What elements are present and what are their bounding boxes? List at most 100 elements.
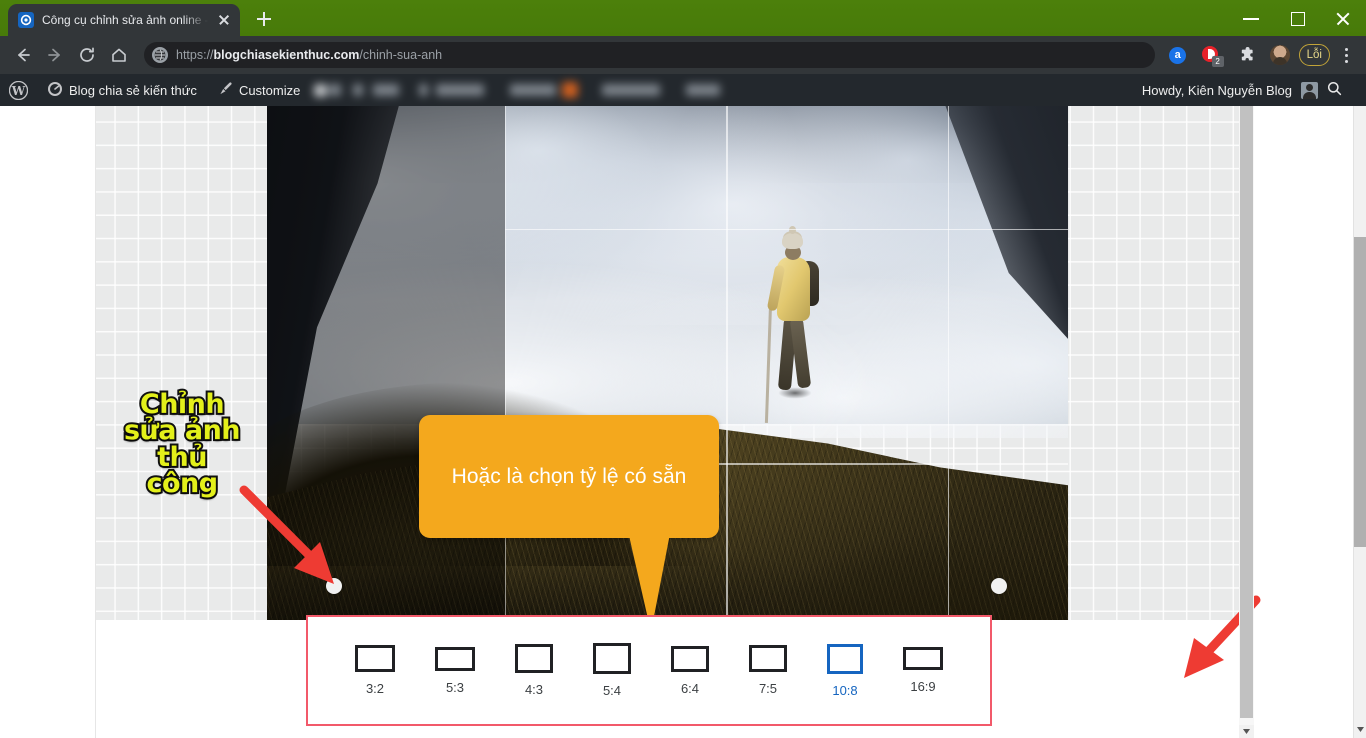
aspect-ratio-panel: 3:2 5:3 4:3 5:4 6:4 7:5 10:8 16:9 bbox=[306, 615, 992, 726]
blurred-item bbox=[353, 84, 364, 96]
crop-dim-left bbox=[267, 106, 505, 620]
blurred-item bbox=[602, 84, 661, 96]
address-bar[interactable]: https://blogchiasekienthuc.com/chinh-sua… bbox=[144, 42, 1155, 68]
grammarly-icon-label: a bbox=[1169, 46, 1187, 64]
wp-admin-bar-left: W Blog chia sẻ kiến thức Customize bbox=[0, 74, 721, 106]
aspect-ratio-option-5-4[interactable]: 5:4 bbox=[593, 643, 631, 698]
annotation-callout-tail bbox=[625, 518, 673, 620]
blurred-item bbox=[436, 84, 485, 96]
wp-site-name-item[interactable]: Blog chia sẻ kiến thức bbox=[37, 74, 207, 106]
aspect-ratio-option-7-5[interactable]: 7:5 bbox=[749, 645, 787, 696]
reload-icon[interactable] bbox=[72, 40, 102, 70]
aspect-ratio-label: 4:3 bbox=[524, 682, 544, 697]
camera-lens-icon bbox=[18, 12, 34, 28]
adblock-icon[interactable]: 2 bbox=[1197, 40, 1227, 70]
wp-admin-bar-right: Howdy, Kiên Nguyễn Blog bbox=[1142, 74, 1342, 106]
wp-howdy-label[interactable]: Howdy, Kiên Nguyễn Blog bbox=[1142, 83, 1292, 98]
error-pill-label: Lỗi bbox=[1306, 49, 1322, 61]
aspect-ratio-box bbox=[749, 645, 787, 672]
new-tab-button[interactable] bbox=[250, 5, 278, 33]
url-domain: blogchiasekienthuc.com bbox=[213, 48, 360, 62]
editor-scrollbar-thumb[interactable] bbox=[1240, 106, 1253, 718]
globe-icon bbox=[152, 47, 168, 63]
crop-gridline-vertical-1 bbox=[726, 106, 728, 620]
wp-customize-item[interactable]: Customize bbox=[207, 74, 310, 106]
puzzle-piece-icon[interactable] bbox=[1231, 40, 1261, 70]
adblock-badge-count: 2 bbox=[1211, 56, 1224, 67]
aspect-ratio-label: 5:4 bbox=[602, 683, 622, 698]
aspect-ratio-box bbox=[671, 645, 709, 672]
page-scrollbar-down-arrow[interactable] bbox=[1354, 722, 1366, 736]
forward-arrow-icon[interactable] bbox=[40, 40, 70, 70]
adblock-icon-wrap: 2 bbox=[1201, 44, 1224, 67]
aspect-ratio-label: 3:2 bbox=[365, 681, 385, 696]
wp-admin-bar-blurred-items[interactable] bbox=[314, 74, 721, 106]
blurred-item bbox=[373, 84, 400, 96]
editor-scrollbar[interactable] bbox=[1239, 106, 1254, 738]
aspect-ratio-box bbox=[903, 647, 943, 670]
editor-scrollbar-down-arrow[interactable] bbox=[1239, 725, 1254, 738]
browser-tab[interactable]: Công cụ chỉnh sửa ảnh online - E bbox=[8, 4, 240, 36]
aspect-ratio-box bbox=[355, 645, 395, 672]
search-icon[interactable] bbox=[1327, 81, 1342, 99]
window-close-icon[interactable] bbox=[1320, 0, 1366, 36]
tab-strip: Công cụ chỉnh sửa ảnh online - E bbox=[0, 0, 1366, 36]
grammarly-icon[interactable]: a bbox=[1163, 40, 1193, 70]
crop-gridline-vertical-2 bbox=[947, 106, 950, 620]
aspect-ratio-label: 6:4 bbox=[680, 680, 700, 696]
user-avatar[interactable] bbox=[1301, 81, 1318, 99]
aspect-ratio-box bbox=[827, 643, 863, 674]
crop-resize-handle-bottom-left[interactable] bbox=[326, 578, 342, 594]
annotation-callout-text: Hoặc là chọn tỷ lệ có sẵn bbox=[451, 464, 687, 488]
wp-customize-label: Customize bbox=[238, 82, 301, 98]
blurred-item bbox=[329, 84, 342, 96]
aspect-ratio-box bbox=[435, 646, 475, 671]
kebab-menu-icon[interactable] bbox=[1334, 42, 1358, 68]
browser-window: Công cụ chỉnh sửa ảnh online - E https:/… bbox=[0, 0, 1366, 738]
browser-toolbar: https://blogchiasekienthuc.com/chinh-sua… bbox=[0, 36, 1366, 74]
blurred-item bbox=[686, 84, 721, 96]
aspect-ratio-label: 7:5 bbox=[758, 681, 778, 696]
aspect-ratio-box bbox=[593, 643, 631, 674]
wp-site-name: Blog chia sẻ kiến thức bbox=[69, 82, 197, 98]
image-editor: Chỉnh sửa ảnh thủ công Hoặc là chọn tỷ l… bbox=[95, 106, 1261, 738]
svg-text:W: W bbox=[11, 84, 26, 98]
aspect-ratio-option-6-4[interactable]: 6:4 bbox=[671, 645, 709, 696]
aspect-ratio-option-3-2[interactable]: 3:2 bbox=[355, 645, 395, 696]
window-controls bbox=[1228, 0, 1366, 36]
page-scrollbar-thumb[interactable] bbox=[1354, 237, 1366, 547]
aspect-ratio-option-10-8[interactable]: 10:8 bbox=[827, 643, 863, 698]
dashboard-speedometer-icon bbox=[47, 81, 63, 100]
aspect-ratio-option-5-3[interactable]: 5:3 bbox=[435, 646, 475, 695]
aspect-ratio-box bbox=[515, 644, 553, 673]
aspect-ratio-label: 5:3 bbox=[445, 679, 465, 695]
annotation-yellow-note: Chỉnh sửa ảnh thủ công bbox=[117, 389, 247, 500]
address-bar-url: https://blogchiasekienthuc.com/chinh-sua… bbox=[176, 48, 442, 62]
url-scheme: https:// bbox=[176, 48, 214, 62]
minimize-icon[interactable] bbox=[1228, 0, 1274, 36]
wordpress-logo-icon[interactable]: W bbox=[0, 74, 37, 106]
crop-selection[interactable] bbox=[505, 106, 1068, 620]
profile-avatar[interactable] bbox=[1265, 40, 1295, 70]
aspect-ratio-option-4-3[interactable]: 4:3 bbox=[515, 644, 553, 697]
yellow-note-line-2: sửa ảnh bbox=[122, 415, 243, 447]
blurred-item bbox=[314, 83, 328, 97]
page-content: Chỉnh sửa ảnh thủ công Hoặc là chọn tỷ l… bbox=[0, 106, 1366, 738]
crop-gridline-horizontal-1 bbox=[505, 228, 1068, 231]
close-icon[interactable] bbox=[216, 12, 232, 28]
maximize-icon[interactable] bbox=[1274, 0, 1320, 36]
error-pill[interactable]: Lỗi bbox=[1298, 44, 1330, 66]
wp-admin-bar: W Blog chia sẻ kiến thức Customize Howdy… bbox=[0, 74, 1366, 106]
blurred-item bbox=[510, 84, 557, 96]
aspect-ratio-option-16-9[interactable]: 16:9 bbox=[903, 647, 943, 694]
back-arrow-icon[interactable] bbox=[8, 40, 38, 70]
crop-resize-handle-bottom-right[interactable] bbox=[991, 578, 1007, 594]
tab-title: Công cụ chỉnh sửa ảnh online - E bbox=[42, 13, 208, 27]
aspect-ratio-label: 10:8 bbox=[832, 682, 858, 698]
profile-avatar-image bbox=[1269, 45, 1290, 65]
home-icon[interactable] bbox=[104, 40, 134, 70]
editor-canvas[interactable]: Chỉnh sửa ảnh thủ công Hoặc là chọn tỷ l… bbox=[96, 106, 1240, 620]
toolbar-extension-area: a 2 Lỗi bbox=[1163, 40, 1358, 70]
page-scrollbar[interactable] bbox=[1353, 106, 1366, 738]
crop-edge-left bbox=[505, 106, 507, 620]
